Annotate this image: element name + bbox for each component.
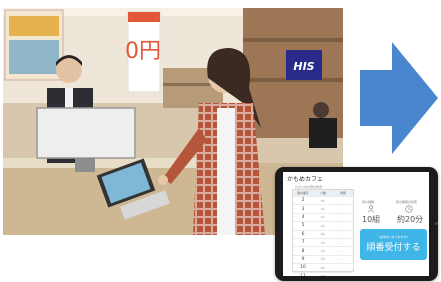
queue-number: 11 bbox=[293, 274, 313, 276]
queue-status: - bbox=[342, 249, 344, 254]
queue-register-button[interactable]: お待ちになりますか? 順番受付する bbox=[360, 229, 427, 260]
table-row: 7 3人 - bbox=[293, 237, 353, 246]
wait-groups-value: 10組 bbox=[362, 215, 381, 224]
queue-number: 2 bbox=[301, 198, 305, 204]
queue-people: 5人 bbox=[320, 257, 326, 262]
button-label: 順番受付する bbox=[366, 243, 421, 253]
clock-icon bbox=[405, 205, 413, 213]
shop-name: かもめカフェ bbox=[287, 176, 324, 183]
poster-price: 0円 bbox=[125, 39, 161, 64]
wait-groups-caption: 待ち組数 bbox=[362, 200, 375, 204]
queue-status: - bbox=[333, 274, 353, 276]
queue-status: - bbox=[342, 265, 344, 270]
queue-people: 2人 bbox=[313, 274, 333, 276]
table-row: 10 3人 - bbox=[293, 263, 353, 271]
queue-number: 5 bbox=[301, 223, 305, 229]
queue-status: - bbox=[342, 223, 344, 228]
queue-table: 受付番号 人数 状態 2 3人 - 3 3人 - 4 4人 - 5 2人 - 6 4人 - 7 3人 -… bbox=[292, 189, 354, 276]
queue-people: 3人 bbox=[320, 265, 326, 270]
queue-status: - bbox=[342, 198, 344, 203]
table-row: 9 5人 - bbox=[293, 254, 353, 263]
queue-number: 8 bbox=[301, 248, 305, 254]
queue-header-people: 人数 bbox=[320, 191, 326, 195]
table-row: 112人- bbox=[293, 271, 353, 276]
table-row: 6 4人 - bbox=[293, 229, 353, 238]
queue-status: - bbox=[342, 232, 344, 237]
people-icon bbox=[367, 205, 375, 213]
tablet-camera bbox=[435, 222, 438, 225]
table-row: 2 3人 - bbox=[293, 196, 353, 204]
tablet-device: かもめカフェ ただいまの待ち状況 受付番号 人数 状態 2 3人 - 3 3人 - 44… bbox=[275, 167, 438, 281]
wait-time-value: 約20分 bbox=[397, 215, 424, 224]
queue-status: - bbox=[342, 215, 344, 220]
queue-number: 10 bbox=[300, 265, 306, 271]
queue-people: 3人 bbox=[320, 198, 326, 203]
queue-number: 4 bbox=[301, 214, 305, 220]
table-row: 3 3人 - bbox=[293, 204, 353, 212]
table-row: 4 4人 - bbox=[293, 212, 353, 221]
queue-header-status: 状態 bbox=[340, 191, 346, 195]
queue-people: 3人 bbox=[320, 207, 326, 212]
queue-people: 4人 bbox=[320, 232, 326, 237]
queue-status: - bbox=[342, 207, 344, 212]
queue-header-number: 受付番号 bbox=[297, 191, 309, 195]
queue-people: 4人 bbox=[320, 215, 326, 220]
queue-number: 6 bbox=[301, 231, 305, 237]
queue-people: 2人 bbox=[320, 223, 326, 228]
table-row: 8 2人 - bbox=[293, 246, 353, 254]
queue-people: 2人 bbox=[320, 249, 326, 254]
queue-number: 7 bbox=[301, 240, 305, 246]
queue-number: 3 bbox=[301, 206, 305, 212]
right-arrow-icon bbox=[360, 42, 438, 158]
button-subtext: お待ちになりますか? bbox=[379, 235, 408, 239]
queue-people: 3人 bbox=[320, 240, 326, 245]
queue-number: 9 bbox=[301, 256, 305, 262]
table-row: 5 2人 - bbox=[293, 221, 353, 229]
wait-time-caption: 待ち時間の目安 bbox=[396, 200, 418, 204]
store-sign: HIS bbox=[293, 60, 314, 73]
queue-status: - bbox=[342, 240, 344, 245]
tablet-screen: かもめカフェ ただいまの待ち状況 受付番号 人数 状態 2 3人 - 3 3人 - 44… bbox=[283, 172, 429, 276]
queue-status: - bbox=[342, 257, 344, 262]
